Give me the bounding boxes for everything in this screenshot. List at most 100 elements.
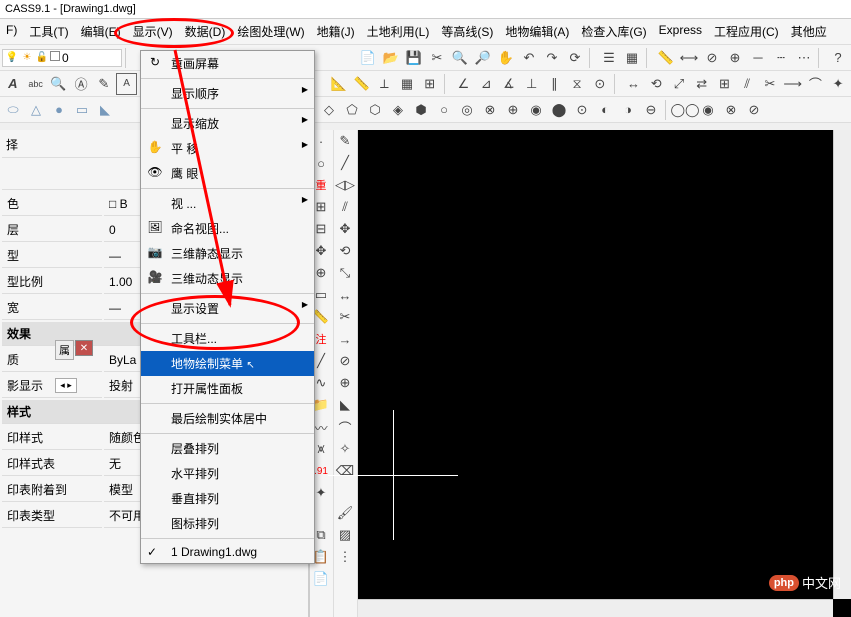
measure-icon[interactable]: 📏 — [655, 47, 677, 69]
intersect-icon[interactable]: ⧖ — [566, 73, 588, 95]
menu-contour[interactable]: 等高线(S) — [435, 21, 499, 42]
solid9-icon[interactable]: ⊕ — [502, 99, 524, 121]
dd-tile-vert[interactable]: 垂直排列 — [141, 486, 314, 511]
solid4-icon[interactable]: ◈ — [387, 99, 409, 121]
menu-view[interactable]: 显示(V) — [127, 21, 179, 42]
solid3-icon[interactable]: ⬡ — [364, 99, 386, 121]
explode-icon[interactable]: ✦ — [827, 73, 849, 95]
dd-named-view[interactable]: 🖼命名视图... — [141, 216, 314, 241]
menu-edit[interactable]: 编辑(E) — [75, 21, 127, 42]
line1-icon[interactable]: ─ — [747, 47, 769, 69]
dd-zoom[interactable]: 显示缩放 — [141, 111, 314, 136]
zoom-out-icon[interactable]: 🔎 — [472, 47, 494, 69]
line3-icon[interactable]: ⋯ — [793, 47, 815, 69]
vt2-break-icon[interactable]: ⊘ — [334, 350, 356, 372]
vt2-rotate-icon[interactable]: ⟲ — [334, 240, 356, 262]
perp-icon[interactable]: ⊥ — [521, 73, 543, 95]
menu-tools[interactable]: 工具(T) — [23, 21, 74, 42]
ruler1-icon[interactable]: 📐 — [328, 73, 350, 95]
extend-icon[interactable]: ⟶ — [782, 73, 804, 95]
layer-state-box[interactable]: 💡 ☀ 🔓 0 — [2, 49, 122, 67]
dd-cascade[interactable]: 层叠排列 — [141, 436, 314, 461]
solid1-icon[interactable]: ◇ — [318, 99, 340, 121]
dd-3d-dynamic[interactable]: 🎥三维动态显示 — [141, 266, 314, 291]
vt2-line-icon[interactable]: ╱ — [334, 152, 356, 174]
dd-viewport[interactable]: 视 ... — [141, 191, 314, 216]
text-box-icon[interactable]: A — [116, 73, 138, 95]
vertical-scrollbar[interactable] — [833, 130, 851, 599]
vt2-stretch-icon[interactable]: ↔ — [334, 284, 356, 306]
vt2-mirror-icon[interactable]: ◁▷ — [334, 174, 356, 196]
vt2-dots-icon[interactable]: ⋮ — [334, 546, 356, 568]
vt2-trim-icon[interactable]: ✂ — [334, 306, 356, 328]
line2-icon[interactable]: ┄ — [770, 47, 792, 69]
solid11-icon[interactable]: ⬤ — [548, 99, 570, 121]
text-a-icon[interactable]: A — [2, 73, 24, 95]
cone-icon[interactable]: △ — [25, 99, 47, 121]
menu-f[interactable]: F) — [0, 21, 23, 42]
union-icon[interactable]: ◯◯ — [674, 99, 696, 121]
box-icon[interactable]: ▭ — [71, 99, 93, 121]
menu-landuse[interactable]: 土地利用(L) — [361, 21, 436, 42]
prop-ltscale-value[interactable]: 1.00 — [109, 275, 132, 289]
vt2-offset-icon[interactable]: ⫽ — [334, 196, 356, 218]
help-icon[interactable]: ? — [827, 47, 849, 69]
solid13-icon[interactable]: ◐ — [594, 99, 616, 121]
intersect2-icon[interactable]: ⊗ — [720, 99, 742, 121]
vt2-highlight-icon[interactable]: ▨ — [334, 524, 356, 546]
prop-color-value[interactable]: □ B — [109, 197, 128, 211]
dd-feature-draw-menu[interactable]: 地物绘制菜单 ↖ — [141, 351, 314, 376]
vt2-extend-icon[interactable]: → — [334, 328, 356, 350]
text-style-icon[interactable]: Ⓐ — [70, 73, 92, 95]
floating-nav[interactable]: ◂ ▸ — [55, 378, 77, 393]
ruler2-icon[interactable]: 📏 — [351, 73, 373, 95]
dd-window-1[interactable]: ✓1 Drawing1.dwg — [141, 541, 314, 563]
dd-open-properties[interactable]: 打开属性面板 — [141, 376, 314, 401]
scale-icon[interactable]: ⤢ — [668, 73, 690, 95]
text-edit-icon[interactable]: ✎ — [93, 73, 115, 95]
zoom-in-icon[interactable]: 🔍 — [449, 47, 471, 69]
dd-display-settings[interactable]: 显示设置 — [141, 296, 314, 321]
dimension-icon[interactable]: ⟷ — [678, 47, 700, 69]
dd-pan[interactable]: ✋平 移 — [141, 136, 314, 161]
rotate-icon[interactable]: ⟲ — [645, 73, 667, 95]
prop-pattach-value[interactable]: 模型 — [109, 483, 133, 497]
open-icon[interactable]: 📂 — [380, 47, 402, 69]
prop-layer-value[interactable]: 0 — [109, 223, 116, 237]
vt2-erase-icon[interactable]: ⌫ — [334, 460, 356, 482]
undo-icon[interactable]: ↶ — [518, 47, 540, 69]
menu-other[interactable]: 其他应 — [785, 21, 833, 42]
solid10-icon[interactable]: ◉ — [525, 99, 547, 121]
break-icon[interactable]: ⊘ — [701, 47, 723, 69]
menu-express[interactable]: Express — [653, 21, 708, 42]
prop-ptable-value[interactable]: 无 — [109, 457, 121, 471]
solid2-icon[interactable]: ⬠ — [341, 99, 363, 121]
new-icon[interactable]: 📄 — [357, 47, 379, 69]
vt2-chamfer-icon[interactable]: ◣ — [334, 394, 356, 416]
array-icon[interactable]: ⊞ — [714, 73, 736, 95]
menu-cadastre[interactable]: 地籍(J) — [311, 21, 361, 42]
text-abc-icon[interactable]: abc — [25, 73, 47, 95]
vt2-join-icon[interactable]: ⊕ — [334, 372, 356, 394]
pan-icon[interactable]: ✋ — [495, 47, 517, 69]
angle1-icon[interactable]: ∠ — [453, 73, 475, 95]
properties-icon[interactable]: ▦ — [621, 47, 643, 69]
sphere-icon[interactable]: ● — [48, 99, 70, 121]
tangent-icon[interactable]: ⊙ — [589, 73, 611, 95]
vt2-fillet-icon[interactable]: ⌒ — [334, 416, 356, 438]
refresh-icon[interactable]: ⟳ — [564, 47, 586, 69]
vt2-pencil-icon[interactable]: ✎ — [334, 130, 356, 152]
solid14-icon[interactable]: ◑ — [617, 99, 639, 121]
solid12-icon[interactable]: ⊙ — [571, 99, 593, 121]
prop-ltype-value[interactable]: — — [109, 249, 121, 263]
save-icon[interactable]: 💾 — [403, 47, 425, 69]
menu-check[interactable]: 检查入库(G) — [575, 21, 652, 42]
subtract-icon[interactable]: ◉ — [697, 99, 719, 121]
close-icon[interactable]: ✕ — [75, 340, 93, 356]
parallel-icon[interactable]: ∥ — [544, 73, 566, 95]
dd-arrange-icons[interactable]: 图标排列 — [141, 511, 314, 536]
vt2-brush-icon[interactable]: 🖌 — [334, 502, 356, 524]
vt2-explode-icon[interactable]: ✧ — [334, 438, 356, 460]
table-icon[interactable]: ⊞ — [419, 73, 441, 95]
solid7-icon[interactable]: ◎ — [456, 99, 478, 121]
